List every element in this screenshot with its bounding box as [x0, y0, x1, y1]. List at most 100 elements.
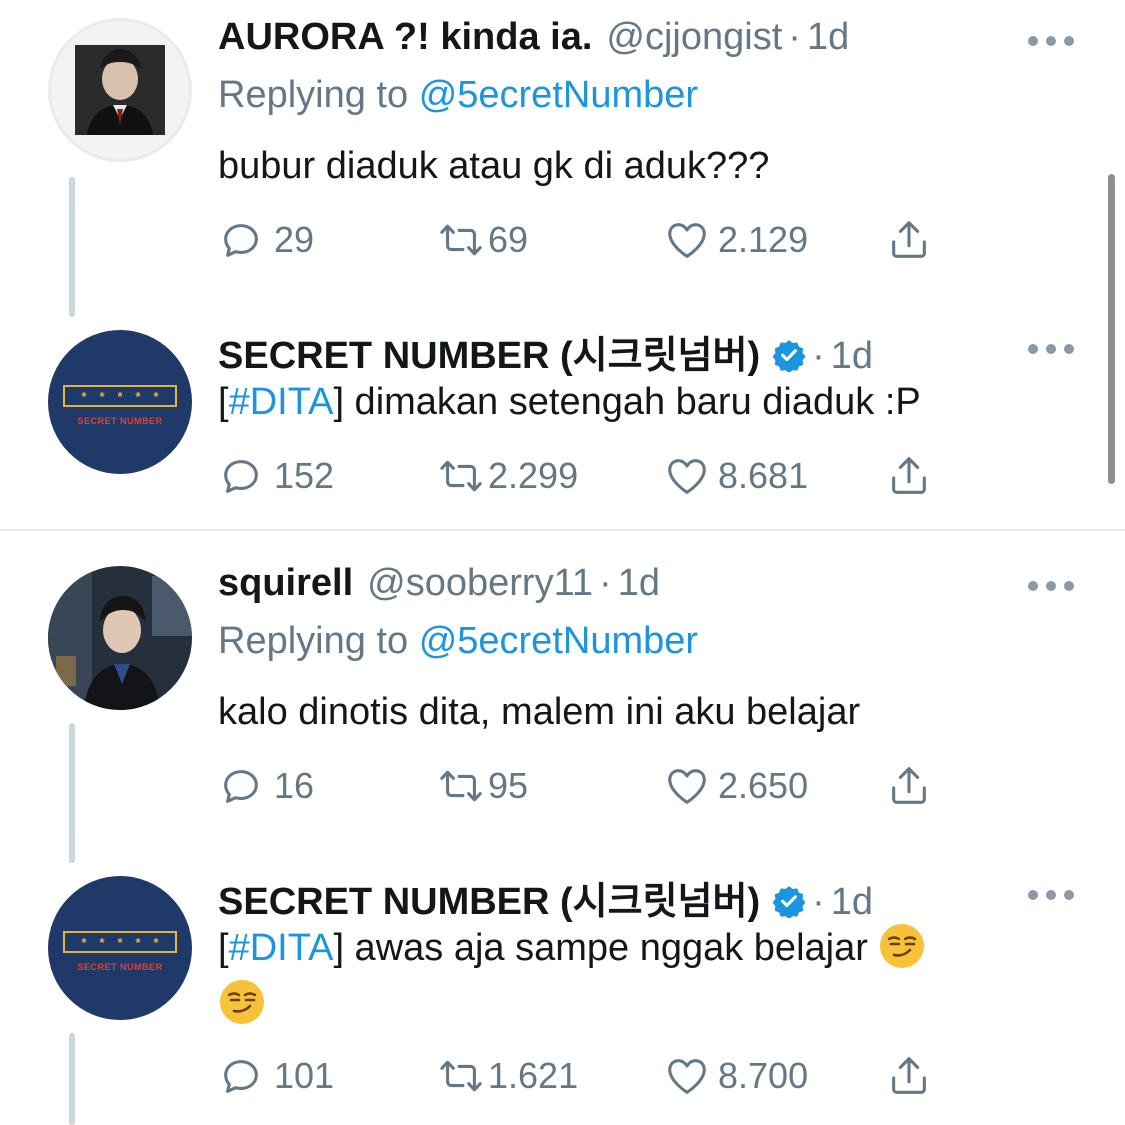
display-name[interactable]: squirell: [218, 562, 353, 605]
thread-connector: [69, 177, 75, 317]
tweet-actions: 152 2.299 8.681: [218, 451, 948, 501]
reply-button[interactable]: 29: [218, 215, 314, 265]
avatar-photo: [51, 21, 189, 159]
timestamp[interactable]: 1d: [831, 335, 873, 378]
reply-icon: [218, 1053, 264, 1099]
share-button[interactable]: [886, 451, 932, 501]
retweet-count: 2.299: [488, 455, 579, 496]
replying-to-link[interactable]: @5ecretNumber: [419, 74, 698, 116]
tweet-header: AURORA ?! kinda ia. @cjjongist · 1d: [218, 16, 1048, 64]
avatar[interactable]: [48, 18, 192, 162]
timestamp[interactable]: 1d: [831, 881, 873, 924]
display-name[interactable]: SECRET NUMBER (시크릿넘버): [218, 870, 760, 925]
retweet-button[interactable]: 69: [438, 215, 528, 265]
scrollbar[interactable]: [1108, 174, 1115, 484]
reply-button[interactable]: 152: [218, 451, 334, 501]
tweet-text: [#DITA] awas aja sampe nggak belajar: [218, 920, 1028, 1032]
share-button[interactable]: [886, 1051, 932, 1101]
brand-logo-text: SECRET NUMBER: [77, 416, 163, 426]
retweet-button[interactable]: 95: [438, 761, 528, 811]
reply-button[interactable]: 16: [218, 761, 314, 811]
timestamp[interactable]: 1d: [807, 16, 849, 59]
more-icon[interactable]: [1028, 889, 1074, 901]
heart-icon: [664, 453, 710, 499]
heart-icon: [664, 1053, 710, 1099]
avatar[interactable]: * * * * * SECRET NUMBER: [48, 330, 192, 474]
tweet-content: squirell @sooberry11 · 1d Replying to @5…: [218, 562, 1048, 740]
retweet-icon: [438, 453, 484, 499]
retweet-button[interactable]: 2.299: [438, 451, 578, 501]
replying-prefix: Replying to: [218, 74, 409, 116]
user-handle[interactable]: @sooberry11: [367, 562, 593, 605]
more-icon[interactable]: [1028, 35, 1074, 47]
tweet-content: SECRET NUMBER (시크릿넘버) · 1d [#DITA] awas …: [218, 870, 1048, 1032]
tweet-text: bubur diaduk atau gk di aduk???: [218, 145, 770, 187]
retweet-button[interactable]: 1.621: [438, 1051, 578, 1101]
brand-logo-text: SECRET NUMBER: [77, 962, 163, 972]
share-icon: [886, 453, 932, 499]
user-handle[interactable]: @cjjongist: [606, 16, 782, 59]
like-button[interactable]: 2.650: [664, 761, 808, 811]
like-button[interactable]: 8.700: [664, 1051, 808, 1101]
replying-to-link[interactable]: @5ecretNumber: [419, 620, 698, 662]
tweet-text: [#DITA] dimakan setengah baru diaduk :P: [218, 381, 921, 423]
heart-icon: [664, 763, 710, 809]
replying-prefix: Replying to: [218, 620, 409, 662]
share-icon: [886, 1053, 932, 1099]
retweet-icon: [438, 1053, 484, 1099]
tweet-actions: 29 69 2.129: [218, 215, 948, 265]
smirking-face-emoji: [878, 922, 926, 970]
hashtag-link[interactable]: #DITA: [229, 927, 334, 969]
verified-badge-icon: [772, 338, 806, 372]
display-name[interactable]: AURORA ?! kinda ia.: [218, 16, 592, 59]
thread-connector: [69, 723, 75, 863]
reply-count: 152: [274, 455, 335, 496]
replying-to-line: Replying to @5ecretNumber: [218, 620, 1048, 670]
thread-connector: [69, 1033, 75, 1125]
tweet-header: squirell @sooberry11 · 1d: [218, 562, 1048, 610]
timestamp[interactable]: 1d: [618, 562, 660, 605]
separator-dot: ·: [788, 16, 801, 58]
verified-badge-icon: [772, 884, 806, 918]
heart-icon: [664, 217, 710, 263]
display-name[interactable]: SECRET NUMBER (시크릿넘버): [218, 324, 760, 379]
like-count: 8.681: [718, 455, 809, 496]
retweet-icon: [438, 217, 484, 263]
retweet-count: 95: [488, 765, 529, 806]
like-button[interactable]: 2.129: [664, 215, 808, 265]
reply-count: 101: [274, 1055, 335, 1096]
brand-logo-box: * * * * *: [63, 931, 177, 953]
like-button[interactable]: 8.681: [664, 451, 808, 501]
like-count: 2.129: [718, 219, 809, 260]
more-icon[interactable]: [1028, 580, 1074, 592]
more-icon[interactable]: [1028, 343, 1074, 355]
tweet-content: AURORA ?! kinda ia. @cjjongist · 1d Repl…: [218, 16, 1048, 194]
retweet-icon: [438, 763, 484, 809]
reply-icon: [218, 217, 264, 263]
like-count: 8.700: [718, 1055, 809, 1096]
share-icon: [886, 217, 932, 263]
hashtag-link[interactable]: #DITA: [229, 381, 334, 423]
like-count: 2.650: [718, 765, 809, 806]
tweet-actions: 16 95 2.650: [218, 761, 948, 811]
avatar[interactable]: [48, 566, 192, 710]
smirking-face-emoji: [218, 978, 266, 1026]
separator-dot: ·: [812, 881, 825, 923]
reply-icon: [218, 763, 264, 809]
brand-logo-box: * * * * *: [63, 385, 177, 407]
tweet-header: SECRET NUMBER (시크릿넘버) · 1d: [218, 870, 1048, 923]
share-button[interactable]: [886, 761, 932, 811]
avatar[interactable]: * * * * * SECRET NUMBER: [48, 876, 192, 1020]
separator-dot: ·: [599, 562, 612, 604]
tweet-actions: 101 1.621 8.700: [218, 1051, 948, 1101]
reply-button[interactable]: 101: [218, 1051, 334, 1101]
share-icon: [886, 763, 932, 809]
tweet-text: kalo dinotis dita, malem ini aku belajar: [218, 691, 861, 733]
retweet-count: 1.621: [488, 1055, 579, 1096]
retweet-count: 69: [488, 219, 529, 260]
reply-count: 29: [274, 219, 315, 260]
reply-icon: [218, 453, 264, 499]
share-button[interactable]: [886, 215, 932, 265]
thread-divider: [0, 529, 1125, 531]
replying-to-line: Replying to @5ecretNumber: [218, 74, 1048, 124]
